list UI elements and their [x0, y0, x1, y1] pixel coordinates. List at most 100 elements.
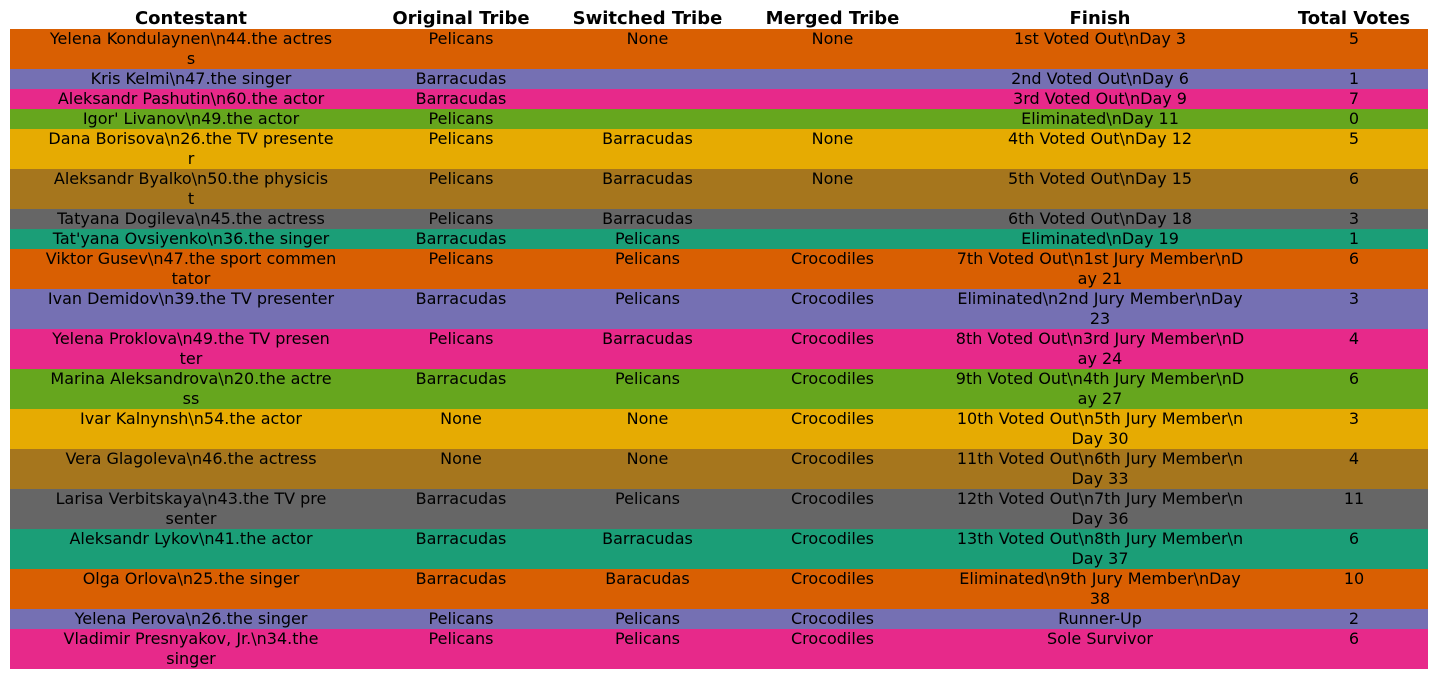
cell-switched-tribe: Barracudas	[602, 329, 693, 348]
table-row: Igor' Livanov\n49.the actor Pelicans Elimi…	[10, 109, 1428, 129]
cell-total-votes: 10	[1343, 569, 1365, 588]
cell-contestant: Aleksandr Byalko\n50.the physicis t	[53, 169, 329, 208]
table-row: Yelena Proklova\n49.the TV presen ter Pel…	[10, 329, 1428, 369]
cell-switched-tribe: None	[626, 409, 669, 428]
cell-original-tribe: Pelicans	[428, 129, 494, 148]
table-row: Ivar Kalnynsh\n54.the actor None None Croco…	[10, 409, 1428, 449]
cell-contestant: Kris Kelmi\n47.the singer	[90, 69, 292, 88]
cell-switched-tribe: Pelicans	[615, 289, 680, 308]
table-row: Marina Aleksandrova\n20.the actre ss Barr…	[10, 369, 1428, 409]
cell-switched-tribe: Pelicans	[615, 609, 680, 628]
cell-finish: 2nd Voted Out\nDay 6	[1011, 69, 1189, 88]
cell-original-tribe: Pelicans	[428, 169, 494, 188]
table-row: Vera Glagoleva\n46.the actress None None Cr…	[10, 449, 1428, 489]
table-row: Ivan Demidov\n39.the TV presenter Barracu…	[10, 289, 1428, 329]
cell-merged-tribe: Crocodiles	[791, 369, 874, 388]
cell-contestant: Vladimir Presnyakov, Jr.\n34.the singer	[63, 629, 319, 668]
header-contestant: Contestant	[134, 8, 248, 29]
cell-switched-tribe: Pelicans	[615, 229, 680, 248]
header-original-tribe: Original Tribe	[392, 8, 530, 29]
cell-switched-tribe: Barracudas	[602, 209, 693, 228]
cell-original-tribe: Pelicans	[428, 249, 494, 268]
cell-merged-tribe: Crocodiles	[791, 289, 874, 308]
cell-finish: 7th Voted Out\n1st Jury Member\nD ay 21	[956, 249, 1244, 288]
cell-finish: Eliminated\nDay 11	[1021, 109, 1179, 128]
cell-merged-tribe: Crocodiles	[791, 629, 874, 648]
cell-merged-tribe: None	[811, 169, 854, 188]
table-row: Aleksandr Byalko\n50.the physicis t Pelic…	[10, 169, 1428, 209]
table-header: Contestant Original Tribe Switched Tribe…	[10, 9, 1428, 29]
cell-finish: 1st Voted Out\nDay 3	[1013, 29, 1187, 48]
cell-original-tribe: Pelicans	[428, 609, 494, 628]
table-row: Yelena Perova\n26.the singer Pelicans Peli…	[10, 609, 1428, 629]
cell-merged-tribe: None	[811, 129, 854, 148]
table-row: Olga Orlova\n25.the singer Barracudas Bara…	[10, 569, 1428, 609]
cell-finish: Sole Survivor	[1047, 629, 1153, 648]
cell-switched-tribe: Baracudas	[605, 569, 690, 588]
cell-total-votes: 5	[1348, 129, 1360, 148]
cell-contestant: Ivan Demidov\n39.the TV presenter	[47, 289, 335, 308]
table-row: Aleksandr Pashutin\n60.the actor Barracud…	[10, 89, 1428, 109]
cell-total-votes: 4	[1348, 329, 1360, 348]
cell-contestant: Aleksandr Lykov\n41.the actor	[69, 529, 313, 548]
cell-original-tribe: Barracudas	[415, 369, 507, 388]
cell-total-votes: 6	[1348, 529, 1360, 548]
cell-contestant: Vera Glagoleva\n46.the actress	[65, 449, 317, 468]
cell-total-votes: 0	[1348, 109, 1360, 128]
cell-contestant: Yelena Perova\n26.the singer	[74, 609, 308, 628]
cell-finish: 3rd Voted Out\nDay 9	[1013, 89, 1187, 108]
cell-finish: Runner-Up	[1058, 609, 1142, 628]
table-row: Vladimir Presnyakov, Jr.\n34.the singer P…	[10, 629, 1428, 669]
cell-contestant: Yelena Proklova\n49.the TV presen ter	[52, 329, 330, 368]
cell-switched-tribe: None	[626, 29, 669, 48]
cell-total-votes: 6	[1348, 369, 1360, 388]
cell-finish: Eliminated\n9th Jury Member\nDay 38	[959, 569, 1241, 608]
cell-total-votes: 6	[1348, 629, 1360, 648]
cell-switched-tribe: Pelicans	[615, 249, 680, 268]
cell-finish: Eliminated\nDay 19	[1021, 229, 1179, 248]
header-finish: Finish	[1069, 8, 1131, 29]
cell-finish: 13th Voted Out\n8th Jury Member\n Day 37	[956, 529, 1244, 568]
cell-contestant: Viktor Gusev\n47.the sport commen tator	[45, 249, 337, 288]
table-row: Tat'yana Ovsiyenko\n36.the singer Barracu…	[10, 229, 1428, 249]
cell-original-tribe: Barracudas	[415, 529, 507, 548]
cell-total-votes: 6	[1348, 249, 1360, 268]
cell-finish: 4th Voted Out\nDay 12	[1007, 129, 1193, 148]
cell-switched-tribe: None	[626, 449, 669, 468]
cell-contestant: Olga Orlova\n25.the singer	[82, 569, 300, 588]
cell-total-votes: 11	[1343, 489, 1365, 508]
cell-total-votes: 1	[1348, 229, 1360, 248]
cell-contestant: Tatyana Dogileva\n45.the actress	[57, 209, 325, 228]
header-total-votes: Total Votes	[1297, 8, 1411, 29]
cell-total-votes: 3	[1348, 409, 1360, 428]
cell-merged-tribe: Crocodiles	[791, 529, 874, 548]
cell-switched-tribe: Barracudas	[602, 129, 693, 148]
table-body: Yelena Kondulaynen\n44.the actres s Pelic…	[10, 29, 1428, 669]
cell-total-votes: 1	[1348, 69, 1360, 88]
cell-switched-tribe: Barracudas	[602, 169, 693, 188]
table-row: Yelena Kondulaynen\n44.the actres s Pelic…	[10, 29, 1428, 69]
cell-merged-tribe: Crocodiles	[791, 249, 874, 268]
header-switched-tribe: Switched Tribe	[572, 8, 723, 29]
contestant-table: Contestant Original Tribe Switched Tribe…	[10, 9, 1428, 669]
cell-original-tribe: Barracudas	[415, 89, 507, 108]
cell-contestant: Yelena Kondulaynen\n44.the actres s	[49, 29, 333, 68]
cell-original-tribe: Pelicans	[428, 629, 494, 648]
table-row: Viktor Gusev\n47.the sport commen tator P…	[10, 249, 1428, 289]
cell-finish: 12th Voted Out\n7th Jury Member\n Day 36	[956, 489, 1244, 528]
cell-total-votes: 3	[1348, 209, 1360, 228]
cell-original-tribe: Pelicans	[428, 209, 494, 228]
cell-total-votes: 6	[1348, 169, 1360, 188]
table-row: Larisa Verbitskaya\n43.the TV pre senter…	[10, 489, 1428, 529]
cell-contestant: Igor' Livanov\n49.the actor	[82, 109, 300, 128]
header-merged-tribe: Merged Tribe	[765, 8, 900, 29]
cell-finish: 9th Voted Out\n4th Jury Member\nD ay 27	[955, 369, 1245, 408]
cell-finish: 8th Voted Out\n3rd Jury Member\nD ay 24	[955, 329, 1245, 368]
table-row: Aleksandr Lykov\n41.the actor Barracudas B…	[10, 529, 1428, 569]
table-row: Kris Kelmi\n47.the singer Barracudas 2nd V…	[10, 69, 1428, 89]
cell-finish: 10th Voted Out\n5th Jury Member\n Day 30	[956, 409, 1244, 448]
cell-finish: 5th Voted Out\nDay 15	[1007, 169, 1193, 188]
cell-contestant: Ivar Kalnynsh\n54.the actor	[80, 409, 302, 428]
cell-merged-tribe: Crocodiles	[791, 329, 874, 348]
cell-merged-tribe: Crocodiles	[791, 449, 874, 468]
